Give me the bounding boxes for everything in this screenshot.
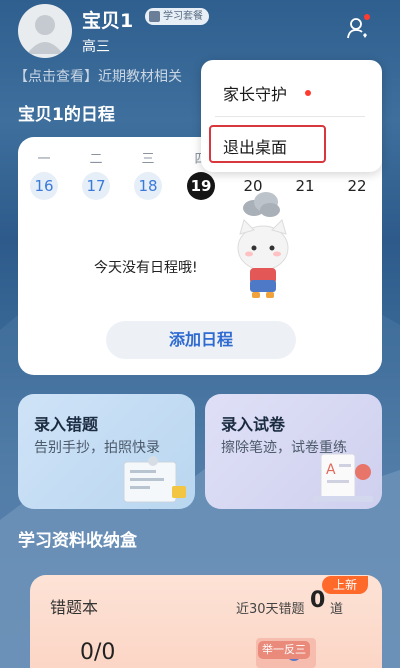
- menu-new-dot: [305, 90, 311, 96]
- popup-menu: 家长守护 退出桌面: [201, 60, 382, 172]
- recent-mistakes-label: 近30天错题: [236, 602, 305, 617]
- tile-subtitle: 告别手抄，拍照快录: [34, 440, 160, 456]
- date-21[interactable]: 21: [291, 172, 319, 200]
- menu-item-parent-guard[interactable]: 家长守护: [223, 81, 287, 105]
- weekday-label: 一: [37, 152, 51, 167]
- tile-record-mistakes[interactable]: 录入错题 告别手抄，拍照快录: [18, 394, 195, 509]
- username: 宝贝1: [82, 10, 134, 32]
- cloud-icon: [243, 192, 280, 217]
- promo-badge: 举一反三: [258, 641, 310, 659]
- exam-paper-icon: A: [313, 453, 373, 502]
- storage-box-title: 学习资料收纳盒: [18, 531, 137, 551]
- new-badge: 上新: [322, 576, 368, 594]
- notebook-title: 错题本: [50, 598, 99, 617]
- date-18[interactable]: 18: [134, 172, 162, 200]
- tile-record-papers[interactable]: 录入试卷 擦除笔迹，试卷重练 A: [205, 394, 382, 509]
- recent-mistakes-count: 0: [310, 588, 326, 613]
- tile-title: 录入错题: [34, 415, 99, 434]
- date-16[interactable]: 16: [30, 172, 58, 200]
- plan-badge[interactable]: 学习套餐: [145, 8, 209, 25]
- notice-link[interactable]: 【点击查看】近期教材相关: [14, 66, 182, 86]
- notification-dot: [364, 14, 370, 20]
- date-22[interactable]: 22: [343, 172, 371, 200]
- count-unit: 道: [330, 602, 344, 617]
- weekday-label: 三: [141, 152, 155, 167]
- tile-title: 录入试卷: [221, 415, 286, 434]
- mascot-cat-icon: [237, 219, 289, 298]
- weekday-label: 二: [89, 152, 103, 167]
- avatar[interactable]: [18, 4, 72, 58]
- schedule-title: 宝贝1的日程: [18, 105, 115, 125]
- empty-schedule-text: 今天没有日程哦!: [94, 260, 198, 276]
- date-17[interactable]: 17: [82, 172, 110, 200]
- menu-divider: [215, 116, 365, 117]
- grade-label: 高三: [82, 39, 110, 55]
- photo-notes-icon: [123, 456, 186, 503]
- plan-badge-label: 学习套餐: [163, 11, 203, 22]
- add-schedule-button[interactable]: 添加日程: [106, 321, 296, 359]
- date-19-today[interactable]: 19: [187, 172, 215, 200]
- package-icon: [149, 11, 160, 22]
- menu-item-exit-desktop[interactable]: 退出桌面: [223, 134, 287, 158]
- notebook-fraction: 0/0: [80, 640, 116, 665]
- svg-text:A: A: [326, 462, 336, 478]
